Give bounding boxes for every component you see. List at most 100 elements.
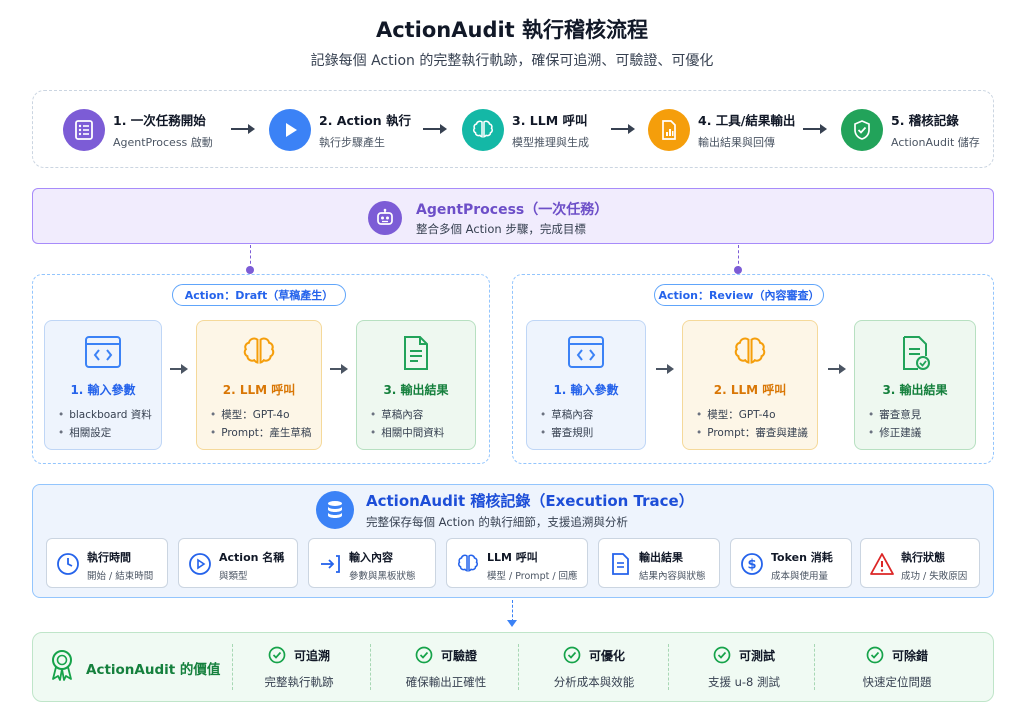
svg-text:$: $ xyxy=(747,558,756,573)
value-item-name: 可測試 xyxy=(738,648,775,663)
card-list: 模型：GPT-4o Prompt：產生草稿 xyxy=(210,406,311,442)
check-circle-icon xyxy=(713,646,731,664)
document-check-icon xyxy=(855,335,975,371)
trace-item-subtitle: 成本與使用量 xyxy=(771,571,829,582)
list-item: 相關設定 xyxy=(58,424,152,442)
connector-dot xyxy=(734,266,742,274)
value-item-name: 可追溯 xyxy=(293,648,330,663)
trace-item-token: $ Token 消耗 成本與使用量 xyxy=(730,538,852,588)
output-result-card: 3. 輸出結果 審查意見 修正建議 xyxy=(854,320,976,450)
code-window-icon xyxy=(527,335,645,369)
flow-step-title: 2. Action 執行 xyxy=(319,113,411,128)
trace-item-subtitle: 結果內容與狀態 xyxy=(639,571,706,582)
list-item: 模型：GPT-4o xyxy=(696,406,808,424)
trace-item-llm: LLM 呼叫 模型 / Prompt / 回應 xyxy=(446,538,588,588)
step-arrow xyxy=(656,364,674,374)
flow-arrow xyxy=(231,124,255,134)
process-flow: 1. 一次任務開始 AgentProcess 啟動 2. Action 執行 執… xyxy=(32,90,994,168)
card-title: 1. 輸入參數 xyxy=(553,383,619,397)
flow-step-1: 1. 一次任務開始 AgentProcess 啟動 xyxy=(63,91,213,169)
flow-step-subtitle: 執行步驟產生 xyxy=(319,136,385,149)
trace-item-action-name: Action 名稱 與類型 xyxy=(178,538,298,588)
input-params-card: 1. 輸入參數 blackboard 資料 相關設定 xyxy=(44,320,162,450)
card-title: 3. 輸出結果 xyxy=(882,383,948,397)
flow-arrow xyxy=(423,124,447,134)
flow-step-2: 2. Action 執行 執行步驟產生 xyxy=(269,91,411,169)
list-item: 相關中間資料 xyxy=(370,424,444,442)
play-circle-icon xyxy=(187,551,213,577)
agent-process-title: AgentProcess（一次任務） xyxy=(416,202,609,218)
value-item-testable: 可測試 支援 u-8 測試 xyxy=(676,646,812,690)
card-title: 2. LLM 呼叫 xyxy=(222,383,296,397)
list-item: 審查意見 xyxy=(868,406,921,424)
document-icon xyxy=(607,551,633,577)
value-item-desc: 分析成本與效能 xyxy=(553,675,635,689)
flow-step-title: 5. 稽核記錄 xyxy=(891,113,959,128)
code-window-icon xyxy=(45,335,161,369)
value-item-desc: 確保輸出正確性 xyxy=(405,675,487,689)
card-list: 草稿內容 審查規則 xyxy=(540,406,593,442)
trace-item-time: 執行時間 開始 / 結束時間 xyxy=(46,538,168,588)
check-circle-icon xyxy=(268,646,286,664)
trace-item-subtitle: 開始 / 結束時間 xyxy=(87,571,154,582)
document-icon xyxy=(357,335,475,371)
list-item: 修正建議 xyxy=(868,424,921,442)
trace-item-input: 輸入內容 參數與黑板狀態 xyxy=(308,538,436,588)
value-divider xyxy=(814,644,815,690)
llm-call-card: 2. LLM 呼叫 模型：GPT-4o Prompt：產生草稿 xyxy=(196,320,322,450)
flow-step-title: 3. LLM 呼叫 xyxy=(512,113,588,128)
value-item-optimizable: 可優化 分析成本與效能 xyxy=(526,646,662,690)
check-circle-icon xyxy=(415,646,433,664)
connector-dot xyxy=(246,266,254,274)
value-item-name: 可除錯 xyxy=(891,648,928,663)
output-result-card: 3. 輸出結果 草稿內容 相關中間資料 xyxy=(356,320,476,450)
input-arrow-icon xyxy=(317,551,343,577)
list-item: Prompt：審查與建議 xyxy=(696,424,808,442)
brain-icon xyxy=(455,551,481,577)
flow-arrow xyxy=(803,124,827,134)
brain-icon xyxy=(683,335,817,369)
value-item-name: 可驗證 xyxy=(440,648,477,663)
dollar-circle-icon: $ xyxy=(739,551,765,577)
value-item-desc: 完整執行軌跡 xyxy=(264,675,334,689)
list-item: 草稿內容 xyxy=(370,406,444,424)
llm-call-card: 2. LLM 呼叫 模型：GPT-4o Prompt：審查與建議 xyxy=(682,320,818,450)
card-title: 3. 輸出結果 xyxy=(383,383,449,397)
trace-item-subtitle: 與類型 xyxy=(219,571,248,582)
value-item-desc: 快速定位問題 xyxy=(862,675,932,689)
flow-step-subtitle: 輸出結果與回傳 xyxy=(698,136,775,149)
page-subtitle: 記錄每個 Action 的完整執行軌跡，確保可追溯、可驗證、可優化 xyxy=(310,53,714,69)
play-icon xyxy=(269,109,311,151)
award-ribbon-icon xyxy=(48,648,76,686)
page-title: ActionAudit 執行稽核流程 xyxy=(375,18,649,42)
trace-item-title: 執行狀態 xyxy=(901,551,945,564)
step-arrow xyxy=(330,364,348,374)
step-arrow xyxy=(828,364,846,374)
check-circle-icon xyxy=(563,646,581,664)
trace-title: ActionAudit 稽核記錄（Execution Trace） xyxy=(366,492,694,510)
trace-item-title: 輸入內容 xyxy=(349,551,393,564)
value-item-name: 可優化 xyxy=(588,648,625,663)
agent-process-subtitle: 整合多個 Action 步驟，完成目標 xyxy=(416,222,586,236)
database-icon xyxy=(316,491,354,529)
check-circle-icon xyxy=(866,646,884,664)
connector-line xyxy=(512,600,513,622)
trace-item-title: Action 名稱 xyxy=(219,551,285,564)
value-divider xyxy=(370,644,371,690)
flow-step-subtitle: AgentProcess 啟動 xyxy=(113,136,213,149)
trace-item-subtitle: 成功 / 失敗原因 xyxy=(901,571,968,582)
flow-arrow xyxy=(611,124,635,134)
card-title: 1. 輸入參數 xyxy=(70,383,136,397)
connector-arrowhead xyxy=(507,620,517,627)
card-list: 模型：GPT-4o Prompt：審查與建議 xyxy=(696,406,808,442)
value-item-debuggable: 可除錯 快速定位問題 xyxy=(822,646,972,690)
flow-step-title: 1. 一次任務開始 xyxy=(113,113,206,128)
flow-step-subtitle: 模型推理與生成 xyxy=(512,136,589,149)
document-chart-icon xyxy=(648,109,690,151)
value-divider xyxy=(518,644,519,690)
trace-item-output: 輸出結果 結果內容與狀態 xyxy=(598,538,720,588)
value-item-desc: 支援 u-8 測試 xyxy=(707,675,781,689)
trace-item-title: 執行時間 xyxy=(87,551,131,564)
shield-check-icon xyxy=(841,109,883,151)
list-item: 審查規則 xyxy=(540,424,593,442)
